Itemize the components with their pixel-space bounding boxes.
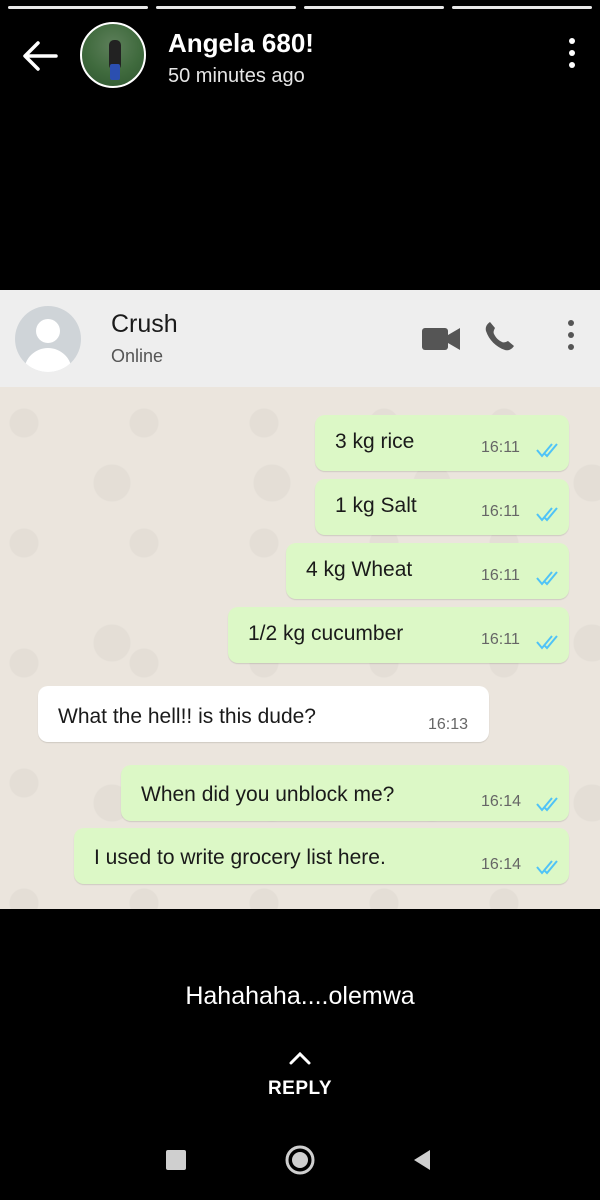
story-progress-segment (304, 6, 444, 9)
message-time: 16:11 (481, 631, 520, 648)
chat-more-icon (566, 320, 576, 356)
message-bubble-outgoing: When did you unblock me? 16:14 (121, 765, 569, 821)
story-caption: Hahahaha....olemwa (185, 982, 415, 1010)
read-ticks-icon (536, 443, 558, 458)
story-avatar[interactable] (80, 22, 146, 88)
read-ticks-icon (536, 571, 558, 586)
read-ticks-icon (536, 635, 558, 650)
back-triangle-icon[interactable] (410, 1148, 434, 1172)
recents-icon[interactable] (166, 1150, 186, 1170)
message-time: 16:14 (481, 856, 522, 873)
message-text: I used to write grocery list here. (94, 846, 386, 869)
chevron-up-icon[interactable] (288, 1050, 312, 1066)
message-bubble-outgoing: I used to write grocery list here. 16:14 (74, 828, 569, 884)
read-ticks-icon (536, 507, 558, 522)
reply-button[interactable]: REPLY (0, 1078, 600, 1100)
story-progress-segment (156, 6, 296, 9)
read-ticks-icon (536, 797, 558, 812)
story-progress (8, 6, 592, 9)
message-bubble-outgoing: 1 kg Salt 16:11 (315, 479, 569, 535)
message-text: 3 kg rice (335, 430, 415, 453)
message-text: 1 kg Salt (335, 494, 417, 517)
more-vertical-icon[interactable] (566, 38, 578, 72)
message-time: 16:13 (428, 716, 469, 733)
contact-name: Crush (111, 310, 178, 338)
message-bubble-outgoing: 3 kg rice 16:11 (315, 415, 569, 471)
contact-avatar (15, 306, 81, 372)
chat-screenshot: Crush Online 3 kg rice 16:11 1 kg Salt 1… (0, 290, 600, 909)
story-progress-segment (8, 6, 148, 9)
message-time: 16:11 (481, 503, 520, 520)
chat-header: Crush Online (0, 290, 600, 387)
message-time: 16:14 (481, 793, 522, 810)
message-text: When did you unblock me? (141, 783, 395, 806)
home-icon[interactable] (284, 1144, 316, 1176)
chat-messages: 3 kg rice 16:11 1 kg Salt 16:11 4 kg Whe… (0, 387, 600, 909)
message-text: 1/2 kg cucumber (248, 622, 404, 645)
contact-status: Online (111, 346, 164, 366)
story-progress-segment (452, 6, 592, 9)
message-bubble-outgoing: 1/2 kg cucumber 16:11 (228, 607, 569, 663)
story-poster-name: Angela 680! (168, 28, 314, 58)
message-text: 4 kg Wheat (306, 558, 413, 581)
read-ticks-icon (536, 860, 558, 875)
message-text: What the hell!! is this dude? (58, 705, 316, 728)
story-timestamp: 50 minutes ago (168, 65, 305, 87)
message-time: 16:11 (481, 567, 520, 584)
message-bubble-outgoing: 4 kg Wheat 16:11 (286, 543, 569, 599)
phone-icon (482, 320, 516, 354)
message-bubble-incoming: What the hell!! is this dude? 16:13 (38, 686, 489, 742)
back-arrow-icon[interactable] (20, 38, 60, 74)
message-time: 16:11 (481, 439, 520, 456)
video-call-icon (422, 326, 460, 352)
story-header: Angela 680! 50 minutes ago (0, 18, 600, 98)
